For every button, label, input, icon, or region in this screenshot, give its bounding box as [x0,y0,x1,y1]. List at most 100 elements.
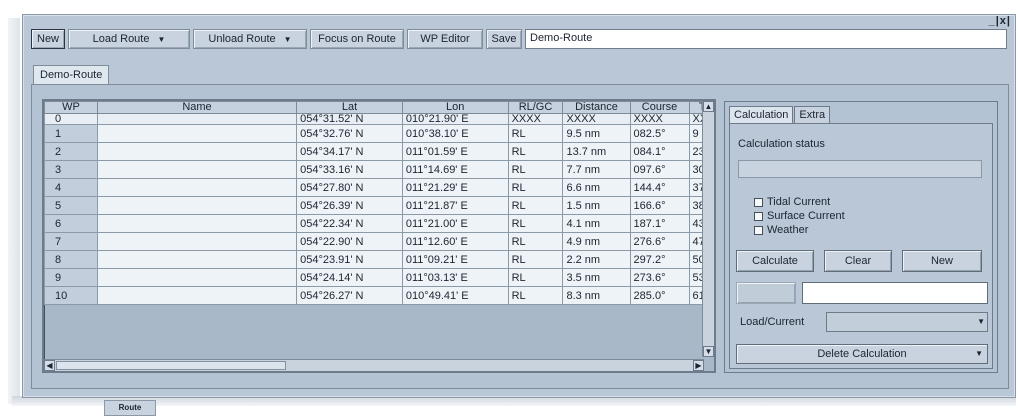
lat-cell[interactable]: 054°23.91' N [296,250,403,269]
lon-cell[interactable]: 011°09.21' E [401,250,509,269]
wp-cell[interactable]: 3 [44,160,98,179]
distance-cell[interactable]: 1.5 nm [562,196,631,215]
name-cell[interactable] [96,196,298,215]
lon-cell[interactable]: 011°21.87' E [401,196,509,215]
name-cell[interactable] [96,178,298,197]
rlgc-cell[interactable]: RL [507,268,564,287]
course-cell[interactable]: 273.6° [629,268,690,287]
rlgc-cell[interactable]: RL [507,142,564,161]
course-cell[interactable]: 084.1° [629,142,690,161]
rlgc-cell[interactable]: RL [507,160,564,179]
distance-cell[interactable]: 7.7 nm [562,160,631,179]
calculate-button[interactable]: Calculate [736,250,814,272]
distance-cell[interactable]: XXXX [562,113,631,125]
wp-cell[interactable]: 1 [44,124,98,143]
wp-cell[interactable]: 10 [44,286,98,305]
table-row[interactable]: 7 054°22.90' N 011°12.60' E RL 4.9 nm 276.6° 4… [44,232,714,251]
rlgc-cell[interactable]: XXXX [507,113,564,125]
taskbar-route-tab[interactable]: Route [104,400,156,416]
tab-demo-route[interactable]: Demo-Route [33,65,110,85]
course-cell[interactable]: 082.5° [629,124,690,143]
distance-cell[interactable]: 4.1 nm [562,214,631,233]
rlgc-cell[interactable]: RL [507,232,564,251]
calculation-name-input[interactable] [802,282,988,304]
surface-current-checkbox[interactable]: Surface Current [754,210,845,222]
rlgc-cell[interactable]: RL [507,214,564,233]
tab-extra[interactable]: Extra [794,106,831,124]
course-cell[interactable]: 166.6° [629,196,690,215]
lat-cell[interactable]: 054°27.80' N [296,178,403,197]
wp-cell[interactable]: 0 [44,113,98,125]
lat-cell[interactable]: 054°31.52' N [296,113,403,125]
course-cell[interactable]: 297.2° [629,250,690,269]
name-cell[interactable] [96,160,298,179]
course-cell[interactable]: 187.1° [629,214,690,233]
wp-cell[interactable]: 6 [44,214,98,233]
unload-route-dropdown[interactable]: Unload Route ▼ [193,29,307,49]
name-cell[interactable] [96,124,298,143]
name-cell[interactable] [96,142,298,161]
distance-cell[interactable]: 2.2 nm [562,250,631,269]
wp-cell[interactable]: 7 [44,232,98,251]
lat-cell[interactable]: 054°24.14' N [296,268,403,287]
weather-checkbox[interactable]: Weather [754,224,808,236]
wp-editor-button[interactable]: WP Editor [407,29,483,49]
wp-cell[interactable]: 5 [44,196,98,215]
name-cell[interactable] [96,268,298,287]
save-button[interactable]: Save [486,29,522,49]
table-row[interactable]: 1 054°32.76' N 010°38.10' E RL 9.5 nm 082.5° 9 [44,124,714,143]
table-row[interactable]: 3 054°33.16' N 011°14.69' E RL 7.7 nm 097.6° 3… [44,160,714,179]
lon-cell[interactable]: 010°21.90' E [401,113,509,125]
delete-calculation-dropdown[interactable]: Delete Calculation ▼ [736,344,988,364]
lat-cell[interactable]: 054°32.76' N [296,124,403,143]
table-row[interactable]: 6 054°22.34' N 011°21.00' E RL 4.1 nm 187.1° 4… [44,214,714,233]
wp-cell[interactable]: 2 [44,142,98,161]
load-route-dropdown[interactable]: Load Route ▼ [68,29,190,49]
course-cell[interactable]: 097.6° [629,160,690,179]
lon-cell[interactable]: 011°21.29' E [401,178,509,197]
table-row[interactable]: 4 054°27.80' N 011°21.29' E RL 6.6 nm 144.4° 3… [44,178,714,197]
clear-button[interactable]: Clear [824,250,892,272]
column-header[interactable]: Distance [562,101,631,114]
tidal-current-checkbox[interactable]: Tidal Current [754,196,830,208]
course-cell[interactable]: 144.4° [629,178,690,197]
course-cell[interactable]: 285.0° [629,286,690,305]
lon-cell[interactable]: 010°38.10' E [401,124,509,143]
lon-cell[interactable]: 011°21.00' E [401,214,509,233]
table-row[interactable]: 2 054°34.17' N 011°01.59' E RL 13.7 nm 084.1°… [44,142,714,161]
lat-cell[interactable]: 054°22.34' N [296,214,403,233]
lat-cell[interactable]: 054°33.16' N [296,160,403,179]
distance-cell[interactable]: 9.5 nm [562,124,631,143]
distance-cell[interactable]: 8.3 nm [562,286,631,305]
scroll-thumb[interactable] [56,361,286,370]
scroll-right-icon[interactable]: ▶ [693,360,704,371]
scroll-left-icon[interactable]: ◀ [44,360,55,371]
name-cell[interactable] [96,286,298,305]
distance-cell[interactable]: 3.5 nm [562,268,631,287]
course-cell[interactable]: XXXX [629,113,690,125]
wp-cell[interactable]: 8 [44,250,98,269]
table-row[interactable]: 9 054°24.14' N 011°03.13' E RL 3.5 nm 273.6° 5… [44,268,714,287]
name-cell[interactable] [96,250,298,269]
rlgc-cell[interactable]: RL [507,286,564,305]
route-name-input[interactable]: Demo-Route [525,29,1007,49]
column-header[interactable]: Lat [296,101,403,114]
course-cell[interactable]: 276.6° [629,232,690,251]
table-row[interactable]: 0 054°31.52' N 010°21.90' E XXXX XXXX XXXX XX [44,113,714,125]
horizontal-scrollbar[interactable]: ◀ ▶ [44,359,704,371]
scroll-up-icon[interactable]: ▲ [703,101,714,112]
rlgc-cell[interactable]: RL [507,124,564,143]
distance-cell[interactable]: 13.7 nm [562,142,631,161]
distance-cell[interactable]: 6.6 nm [562,178,631,197]
column-header[interactable]: WP [44,101,98,114]
rlgc-cell[interactable]: RL [507,196,564,215]
lon-cell[interactable]: 011°01.59' E [401,142,509,161]
name-cell[interactable] [96,113,298,125]
lon-cell[interactable]: 011°12.60' E [401,232,509,251]
window-controls[interactable]: _|x| [989,15,1011,27]
lat-cell[interactable]: 054°34.17' N [296,142,403,161]
focus-on-route-button[interactable]: Focus on Route [310,29,404,49]
table-row[interactable]: 5 054°26.39' N 011°21.87' E RL 1.5 nm 166.6° 3… [44,196,714,215]
lon-cell[interactable]: 011°03.13' E [401,268,509,287]
name-cell[interactable] [96,214,298,233]
